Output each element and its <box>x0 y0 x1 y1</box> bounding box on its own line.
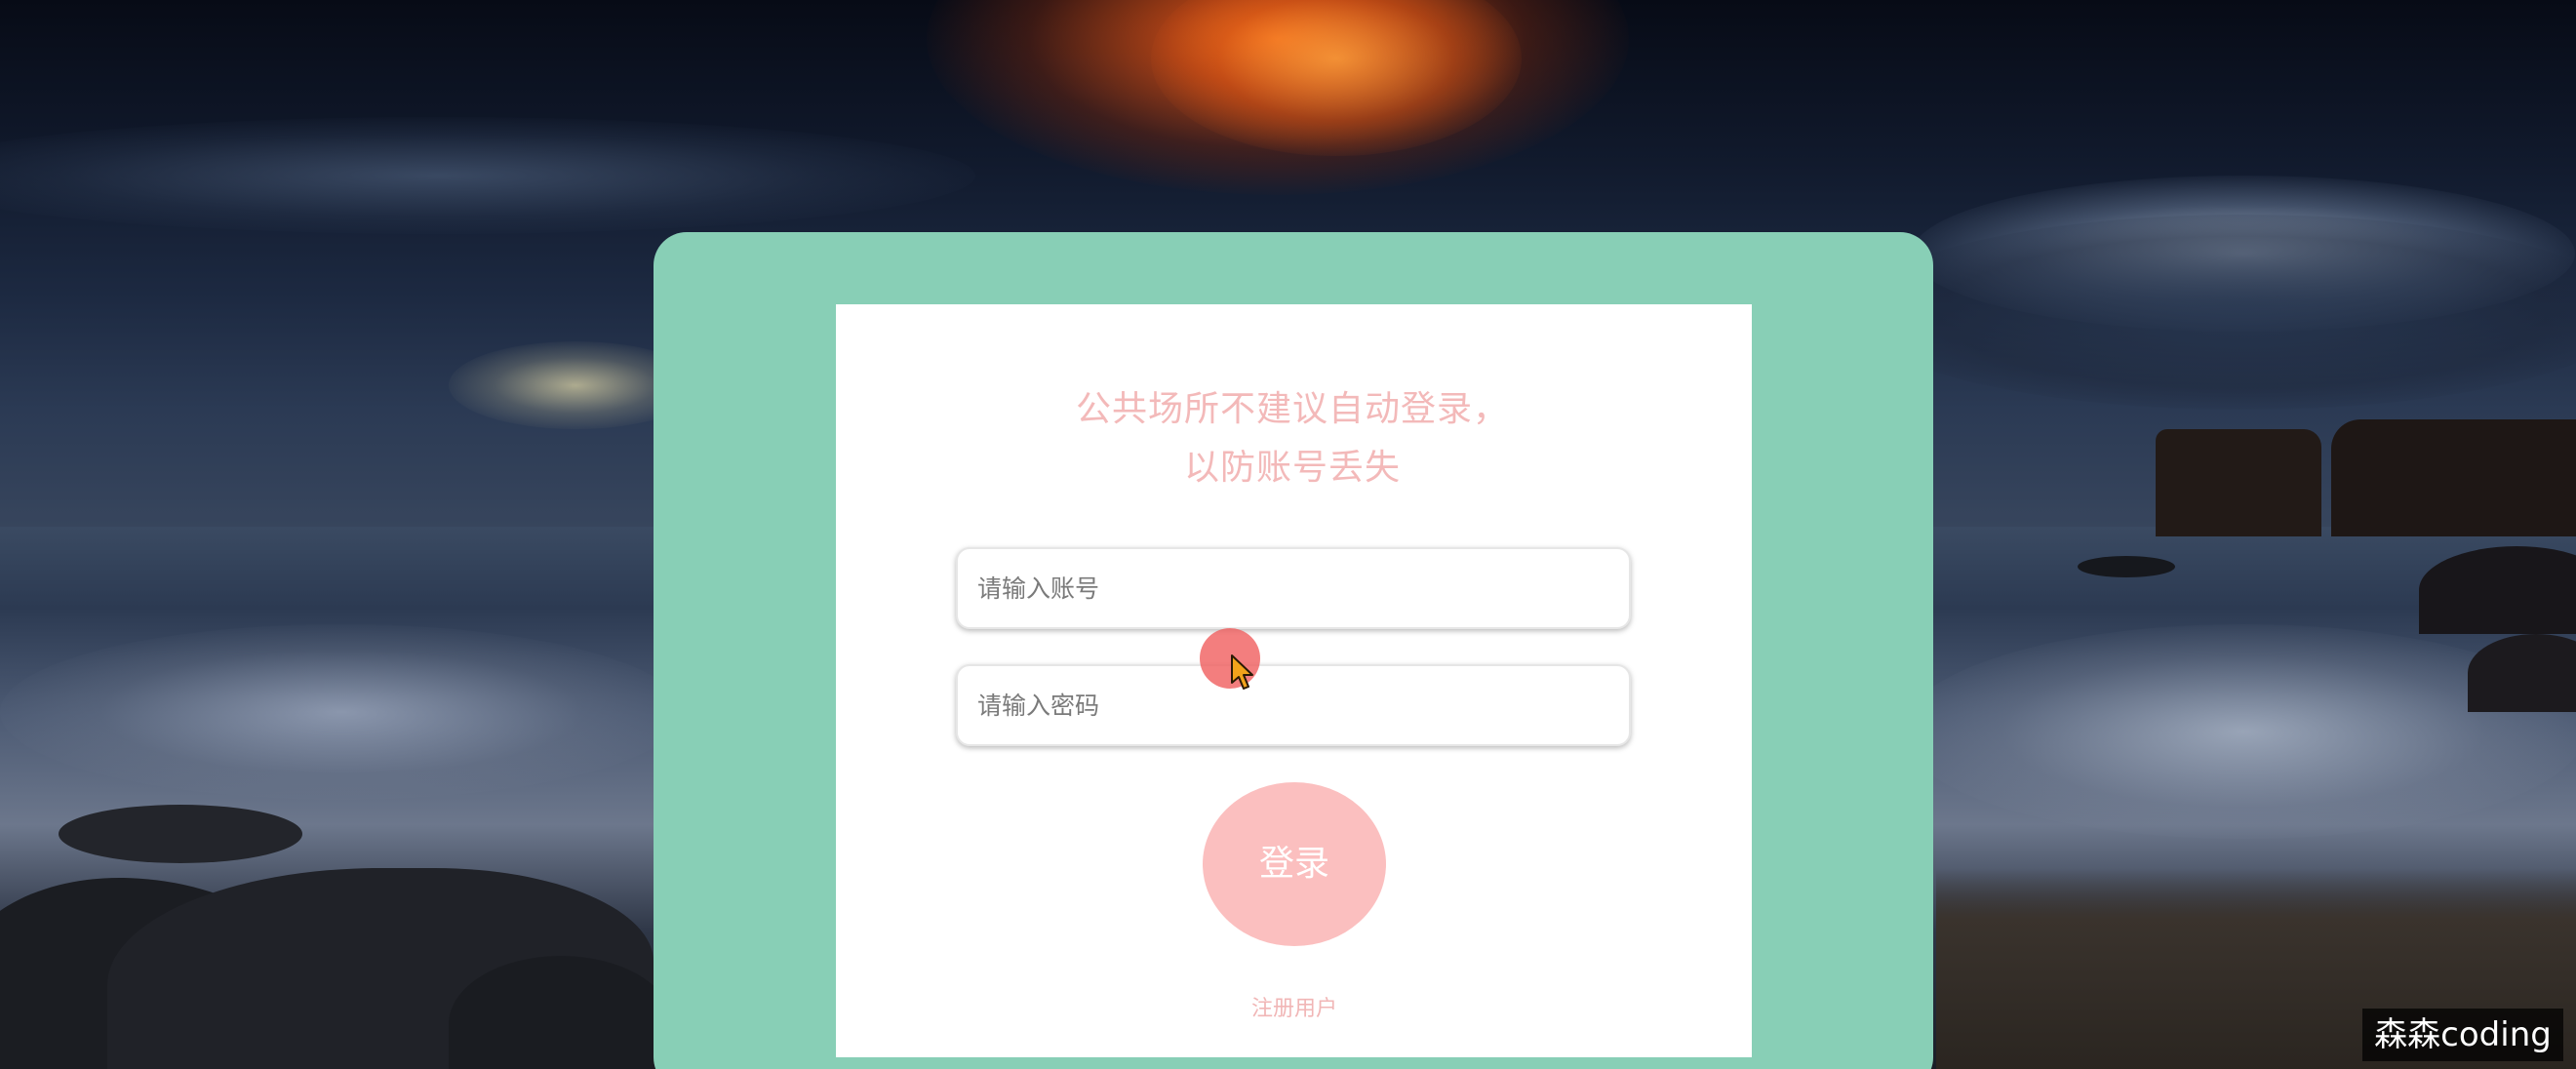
security-notice: 公共场所不建议自动登录，以防账号丢失 <box>1075 389 1509 488</box>
background-foam-left <box>0 624 683 800</box>
login-button[interactable]: 登录 <box>1203 782 1386 946</box>
register-link[interactable]: 注册用户 <box>1197 991 1392 1022</box>
background-rock <box>59 805 302 863</box>
background-rock <box>2156 429 2321 536</box>
password-input[interactable] <box>956 664 1631 746</box>
cursor-arrow-icon <box>1231 654 1253 690</box>
username-input[interactable] <box>956 547 1631 629</box>
watermark: 森森coding <box>2362 1009 2563 1061</box>
login-page: 公共场所不建议自动登录，以防账号丢失 登录 注册用户 森森coding <box>0 0 2576 1069</box>
background-rock <box>2078 556 2175 577</box>
background-rock <box>2331 419 2576 536</box>
